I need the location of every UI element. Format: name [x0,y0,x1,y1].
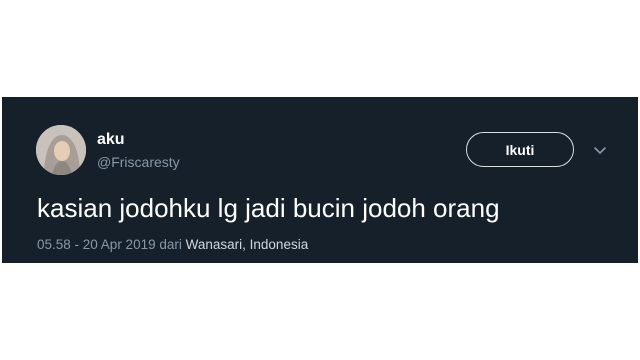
display-name[interactable]: aku [97,131,180,149]
user-handle[interactable]: @Friscaresty [97,153,180,171]
chevron-down-icon[interactable] [592,144,608,156]
avatar-image [36,125,86,175]
follow-button[interactable]: Ikuti [466,132,574,167]
tweet-card: aku @Friscaresty Ikuti kasian jodohku lg… [2,97,638,263]
avatar[interactable] [36,125,86,175]
tweet-text: kasian jodohku lg jadi bucin jodoh orang [37,193,500,223]
follow-button-label: Ikuti [505,141,535,158]
user-info: aku @Friscaresty [97,131,180,171]
tweet-location[interactable]: Wanasari, Indonesia [186,237,309,252]
tweet-timestamp[interactable]: 05.58 - 20 Apr 2019 [37,237,156,252]
tweet-meta: 05.58 - 20 Apr 2019 dari Wanasari, Indon… [37,237,308,252]
location-prefix: dari [159,237,182,252]
